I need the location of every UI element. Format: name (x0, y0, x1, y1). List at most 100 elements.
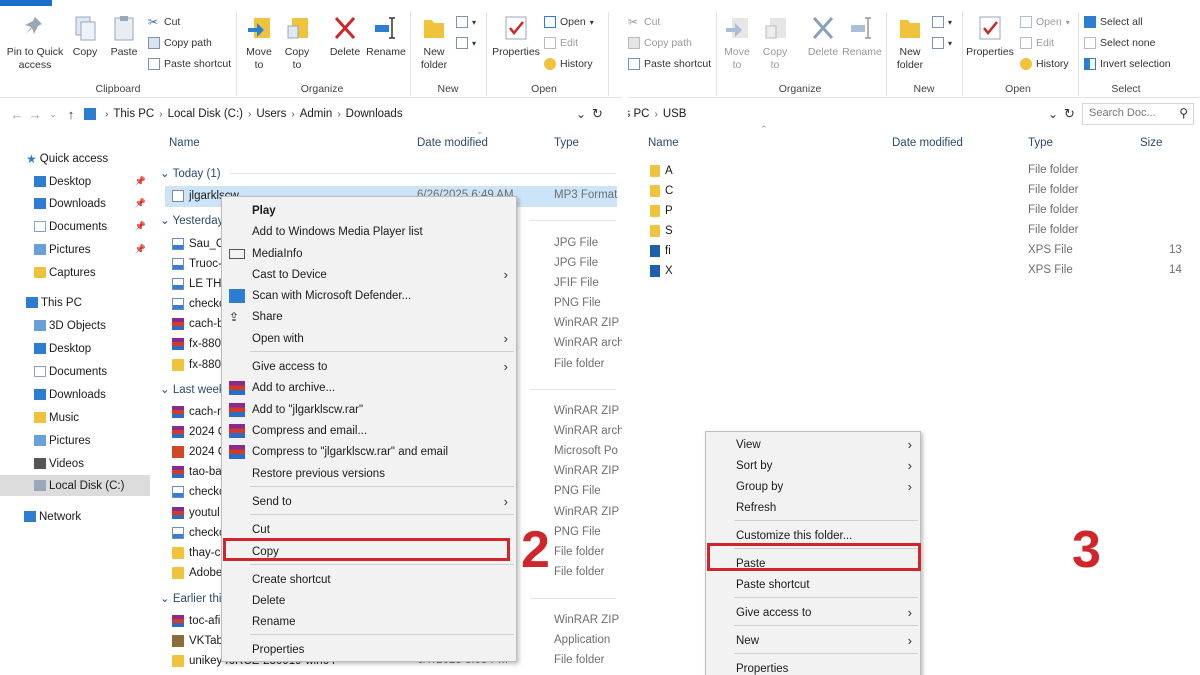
nav-downloads[interactable]: Downloads 📌 (0, 193, 150, 214)
menu-cast-to-device[interactable]: Cast to Device › (222, 264, 516, 285)
column-header-type[interactable]: Type (554, 137, 579, 149)
nav-3d-objects[interactable]: 3D Objects (0, 315, 150, 336)
nav-network[interactable]: Network (0, 506, 150, 527)
nav-music[interactable]: Music (0, 407, 150, 428)
menu-properties[interactable]: Properties (222, 639, 516, 660)
menu-rename[interactable]: Rename (222, 611, 516, 632)
column-header-type[interactable]: Type (1028, 137, 1053, 149)
cut-button[interactable]: ✂ Cut (148, 16, 180, 28)
copy-to-button[interactable]: Copy to (758, 14, 792, 72)
menu-create-shortcut[interactable]: Create shortcut (222, 569, 516, 590)
nav-quick-access[interactable]: ★ Quick access (0, 148, 150, 169)
nav-pictures[interactable]: Pictures 📌 (0, 239, 150, 260)
menu-add-to-rar[interactable]: Add to "jlgarklscw.rar" (222, 399, 516, 420)
select-none-button[interactable]: Select none (1084, 37, 1155, 49)
nav-documents-pc[interactable]: Documents (0, 361, 150, 382)
easy-access-button[interactable]: ▾ (932, 37, 952, 49)
group-header-last-week[interactable]: ⌄ Last week (160, 382, 225, 396)
delete-button[interactable]: Delete (326, 14, 364, 59)
delete-button[interactable]: Delete (804, 14, 842, 59)
file-row[interactable]: C (650, 181, 870, 201)
column-header-date[interactable]: Date modified (417, 137, 488, 149)
history-button[interactable]: History (544, 58, 593, 70)
copy-path-button[interactable]: Copy path (628, 37, 692, 49)
group-header-today[interactable]: ⌄ Today (1) (160, 166, 221, 180)
file-row[interactable]: S (650, 221, 870, 241)
breadcrumb-users[interactable]: Users (256, 108, 286, 120)
menu-add-to-archive[interactable]: Add to archive... (222, 377, 516, 398)
column-header-date[interactable]: Date modified (892, 137, 963, 149)
menu-properties[interactable]: Properties (706, 658, 920, 675)
up-arrow-icon[interactable]: ↑ (62, 107, 80, 122)
paste-shortcut-button[interactable]: Paste shortcut (148, 58, 231, 70)
nav-documents[interactable]: Documents 📌 (0, 216, 150, 237)
paste-button[interactable]: Paste (106, 14, 142, 59)
menu-paste-shortcut[interactable]: Paste shortcut (706, 574, 920, 595)
properties-button[interactable]: Properties (964, 14, 1016, 59)
invert-selection-button[interactable]: Invert selection (1084, 58, 1171, 70)
edit-button[interactable]: Edit (1020, 37, 1054, 49)
column-header-name[interactable]: Name (648, 137, 679, 149)
menu-share[interactable]: ⇪ Share (222, 306, 516, 327)
rename-button[interactable]: Rename (366, 14, 406, 59)
menu-open-with[interactable]: Open with › (222, 328, 516, 349)
select-all-button[interactable]: Select all (1084, 16, 1143, 28)
menu-give-access[interactable]: Give access to › (706, 602, 920, 623)
recent-locations-icon[interactable]: ⌄ (44, 109, 62, 120)
address-dropdown-icon[interactable]: ⌄ (576, 107, 586, 121)
nav-local-disk[interactable]: Local Disk (C:) (0, 475, 150, 496)
file-row[interactable]: P (650, 201, 870, 221)
breadcrumb-this-pc[interactable]: This PC (113, 108, 154, 120)
menu-play[interactable]: Play (222, 200, 516, 221)
breadcrumb-downloads[interactable]: Downloads (346, 108, 403, 120)
group-header-yesterday[interactable]: ⌄ Yesterday (160, 213, 223, 227)
menu-add-wmp-list[interactable]: Add to Windows Media Player list (222, 221, 516, 242)
move-to-button[interactable]: Move to (242, 14, 276, 72)
file-row[interactable]: A (650, 161, 870, 181)
open-button[interactable]: Open ▾ (1020, 16, 1070, 28)
rename-button[interactable]: Rename (842, 14, 882, 59)
pin-quick-access-button[interactable]: Pin to Quick access (4, 14, 66, 72)
menu-mediainfo[interactable]: MediaInfo (222, 243, 516, 264)
cut-button[interactable]: ✂ Cut (628, 16, 660, 28)
menu-sort-by[interactable]: Sort by › (706, 455, 920, 476)
copy-to-button[interactable]: Copy to (280, 14, 314, 72)
easy-access-button[interactable]: ▾ (456, 37, 476, 49)
nav-desktop-pc[interactable]: Desktop (0, 338, 150, 359)
menu-view[interactable]: View › (706, 434, 920, 455)
breadcrumb-this-pc[interactable]: is PC (628, 108, 649, 120)
column-header-size[interactable]: Size (1140, 137, 1162, 149)
breadcrumb-admin[interactable]: Admin (300, 108, 333, 120)
new-item-button[interactable]: ▾ (456, 16, 476, 28)
paste-shortcut-button[interactable]: Paste shortcut (628, 58, 711, 70)
file-row[interactable]: fi (650, 241, 870, 261)
menu-scan-defender[interactable]: Scan with Microsoft Defender... (222, 285, 516, 306)
group-header-earlier[interactable]: ⌄ Earlier this (160, 591, 227, 605)
address-dropdown-icon[interactable]: ⌄ (1048, 107, 1058, 121)
copy-path-button[interactable]: Copy path (148, 37, 212, 49)
address-bar[interactable]: is PC › USB (628, 108, 686, 120)
address-bar[interactable]: › This PC › Local Disk (C:) › Users › Ad… (84, 108, 403, 120)
menu-delete[interactable]: Delete (222, 590, 516, 611)
nav-pictures-pc[interactable]: Pictures (0, 430, 150, 451)
file-row[interactable]: X (650, 261, 870, 281)
nav-this-pc[interactable]: This PC (0, 292, 150, 313)
new-item-button[interactable]: ▾ (932, 16, 952, 28)
menu-cut[interactable]: Cut (222, 519, 516, 540)
new-folder-button[interactable]: New folder (892, 14, 928, 72)
nav-videos[interactable]: Videos (0, 453, 150, 474)
properties-button[interactable]: Properties (490, 14, 542, 59)
menu-new[interactable]: New › (706, 630, 920, 651)
nav-desktop[interactable]: Desktop 📌 (0, 171, 150, 192)
breadcrumb-local-disk[interactable]: Local Disk (C:) (168, 108, 243, 120)
back-arrow-icon[interactable]: ← (8, 107, 26, 122)
menu-give-access[interactable]: Give access to › (222, 356, 516, 377)
nav-downloads-pc[interactable]: Downloads (0, 384, 150, 405)
copy-button[interactable]: Copy (68, 14, 102, 59)
refresh-icon[interactable]: ↻ (1064, 106, 1075, 122)
column-header-name[interactable]: Name (169, 137, 200, 149)
history-button[interactable]: History (1020, 58, 1069, 70)
open-button[interactable]: Open ▾ (544, 16, 594, 28)
new-folder-button[interactable]: New folder (416, 14, 452, 72)
menu-group-by[interactable]: Group by › (706, 476, 920, 497)
